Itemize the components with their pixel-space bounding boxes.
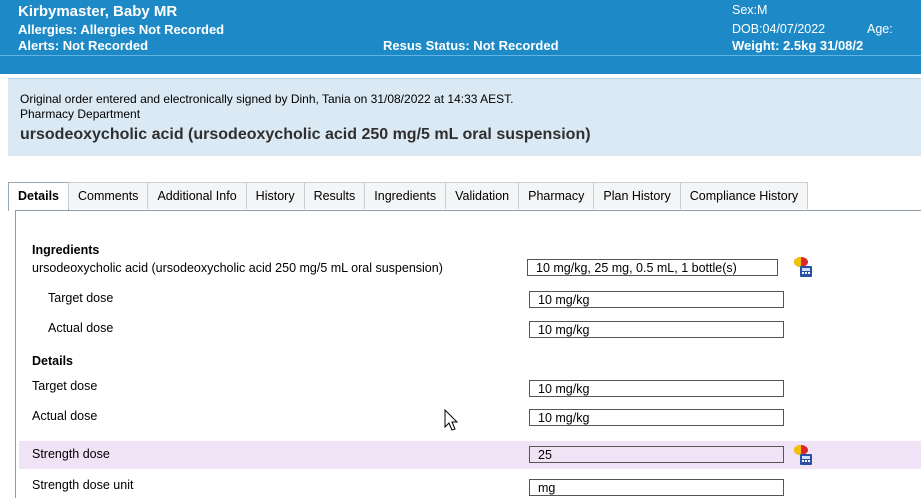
tab-details[interactable]: Details xyxy=(8,182,69,211)
allergies-status[interactable]: Allergies: Allergies Not Recorded xyxy=(18,22,224,37)
ingredient-target-dose-label: Target dose xyxy=(48,291,114,305)
strength-dose-row xyxy=(19,441,921,469)
patient-age: Age: xyxy=(867,22,893,36)
target-dose-field[interactable]: 10 mg/kg xyxy=(529,380,784,397)
mouse-pointer-icon xyxy=(444,409,459,431)
order-tab-strip: Details Comments Additional Info History… xyxy=(8,182,921,211)
patient-sex: Sex:M xyxy=(732,3,768,17)
order-header: Original order entered and electronicall… xyxy=(8,78,921,156)
actual-dose-label: Actual dose xyxy=(32,409,98,423)
ingredient-dose-field[interactable]: 10 mg/kg, 25 mg, 0.5 mL, 1 bottle(s) xyxy=(527,259,778,276)
order-drug-title: ursodeoxycholic acid (ursodeoxycholic ac… xyxy=(20,126,591,143)
strength-dose-unit-field[interactable]: mg xyxy=(529,479,784,496)
tab-pharmacy[interactable]: Pharmacy xyxy=(518,182,595,209)
ingredient-actual-dose-field[interactable]: 10 mg/kg xyxy=(529,321,784,338)
actual-dose-field[interactable]: 10 mg/kg xyxy=(529,409,784,426)
tab-plan-history[interactable]: Plan History xyxy=(593,182,681,209)
patient-weight[interactable]: Weight: 2.5kg 31/08/2 xyxy=(732,38,863,53)
order-signed-text: Original order entered and electronicall… xyxy=(20,92,514,106)
strength-dose-label: Strength dose xyxy=(32,447,110,461)
tab-compliance-history[interactable]: Compliance History xyxy=(679,182,809,209)
tab-history[interactable]: History xyxy=(245,182,305,209)
alerts-status[interactable]: Alerts: Not Recorded xyxy=(18,38,148,53)
tab-validation[interactable]: Validation xyxy=(445,182,520,209)
tab-comments[interactable]: Comments xyxy=(68,182,149,209)
target-dose-label: Target dose xyxy=(32,379,98,393)
banner-divider xyxy=(0,55,921,56)
order-department: Pharmacy Department xyxy=(20,107,141,121)
patient-banner: Kirbymaster, Baby MR Allergies: Allergie… xyxy=(0,0,921,74)
dose-calculator-icon[interactable] xyxy=(792,256,814,278)
ingredient-target-dose-field[interactable]: 10 mg/kg xyxy=(529,291,784,308)
strength-calculator-icon[interactable] xyxy=(792,444,814,466)
ingredient-label: ursodeoxycholic acid (ursodeoxycholic ac… xyxy=(32,261,443,275)
resus-status[interactable]: Resus Status: Not Recorded xyxy=(383,38,559,53)
details-pane: Ingredients ursodeoxycholic acid (ursode… xyxy=(15,210,921,498)
ingredient-actual-dose-label: Actual dose xyxy=(48,321,114,335)
strength-dose-field[interactable]: 25 xyxy=(529,446,784,463)
ingredients-heading: Ingredients xyxy=(32,243,100,257)
tab-ingredients[interactable]: Ingredients xyxy=(364,182,447,209)
strength-dose-unit-label: Strength dose unit xyxy=(32,478,134,492)
tab-additional-info[interactable]: Additional Info xyxy=(147,182,247,209)
patient-dob: DOB:04/07/2022 xyxy=(732,22,826,36)
details-heading: Details xyxy=(32,354,73,368)
patient-name[interactable]: Kirbymaster, Baby MR xyxy=(18,3,177,20)
tab-results[interactable]: Results xyxy=(303,182,366,209)
